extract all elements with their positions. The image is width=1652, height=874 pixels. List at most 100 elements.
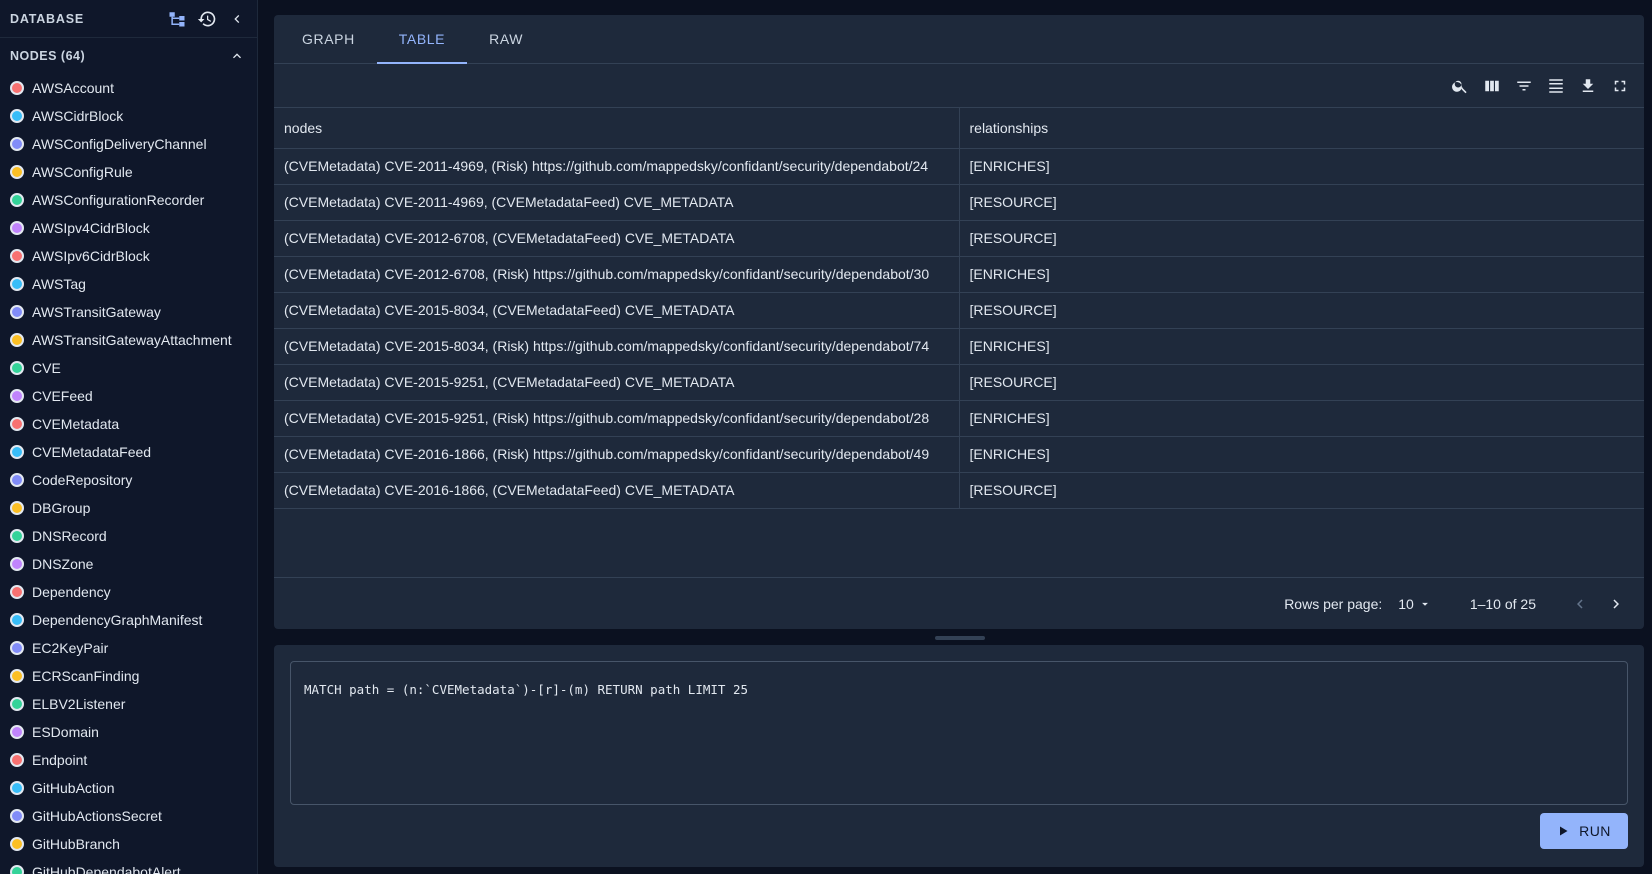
node-label-text: AWSConfigRule bbox=[32, 164, 133, 180]
nodes-section-header[interactable]: NODES (64) bbox=[0, 38, 257, 74]
node-label-item[interactable]: AWSConfigurationRecorder bbox=[0, 186, 257, 214]
run-button[interactable]: RUN bbox=[1540, 813, 1628, 849]
node-color-dot bbox=[10, 837, 24, 851]
chevron-up-icon[interactable] bbox=[227, 46, 247, 66]
tab-table[interactable]: TABLE bbox=[376, 15, 468, 64]
node-label-item[interactable]: GitHubActionsSecret bbox=[0, 802, 257, 830]
node-label-item[interactable]: AWSIpv6CidrBlock bbox=[0, 242, 257, 270]
tab-raw[interactable]: RAW bbox=[467, 15, 545, 63]
columns-icon[interactable] bbox=[1482, 76, 1502, 96]
panel-resize-handle[interactable] bbox=[935, 636, 985, 640]
node-label-item[interactable]: CVEMetadataFeed bbox=[0, 438, 257, 466]
node-label-item[interactable]: ELBV2Listener bbox=[0, 690, 257, 718]
node-label-item[interactable]: DNSRecord bbox=[0, 522, 257, 550]
node-label-item[interactable]: CVEFeed bbox=[0, 382, 257, 410]
node-label-item[interactable]: CVE bbox=[0, 354, 257, 382]
table-row[interactable]: (CVEMetadata) CVE-2011-4969, (CVEMetadat… bbox=[274, 184, 1644, 221]
node-label-item[interactable]: AWSTag bbox=[0, 270, 257, 298]
tab-graph[interactable]: GRAPH bbox=[280, 15, 377, 63]
node-color-dot bbox=[10, 501, 24, 515]
node-label-text: AWSAccount bbox=[32, 80, 114, 96]
column-header-relationships[interactable]: relationships bbox=[959, 108, 1644, 149]
node-label-text: AWSCidrBlock bbox=[32, 108, 124, 124]
node-label-item[interactable]: AWSTransitGatewayAttachment bbox=[0, 326, 257, 354]
table-row[interactable]: (CVEMetadata) CVE-2015-8034, (Risk) http… bbox=[274, 328, 1644, 365]
filter-icon[interactable] bbox=[1514, 76, 1534, 96]
table-row[interactable]: (CVEMetadata) CVE-2011-4969, (Risk) http… bbox=[274, 148, 1644, 185]
node-color-dot bbox=[10, 81, 24, 95]
cell-relationships: [RESOURCE] bbox=[959, 220, 1644, 257]
node-color-dot bbox=[10, 221, 24, 235]
node-label-item[interactable]: GitHubAction bbox=[0, 774, 257, 802]
node-color-dot bbox=[10, 417, 24, 431]
fullscreen-icon[interactable] bbox=[1610, 76, 1630, 96]
results-table: nodes relationships (CVEMetadata) CVE-20… bbox=[274, 108, 1644, 509]
cell-relationships: [ENRICHES] bbox=[959, 148, 1644, 185]
node-label-item[interactable]: CodeRepository bbox=[0, 466, 257, 494]
history-icon[interactable] bbox=[197, 9, 217, 29]
table-row[interactable]: (CVEMetadata) CVE-2012-6708, (CVEMetadat… bbox=[274, 220, 1644, 257]
node-label-item[interactable]: GitHubDependabotAlert bbox=[0, 858, 257, 874]
cell-relationships: [RESOURCE] bbox=[959, 472, 1644, 509]
node-label-item[interactable]: DNSZone bbox=[0, 550, 257, 578]
download-icon[interactable] bbox=[1578, 76, 1598, 96]
pagination-range: 1–10 of 25 bbox=[1469, 595, 1536, 612]
search-icon[interactable] bbox=[1450, 76, 1470, 96]
chevron-right-icon bbox=[1613, 599, 1619, 608]
node-color-dot bbox=[10, 277, 24, 291]
table-row[interactable]: (CVEMetadata) CVE-2015-9251, (Risk) http… bbox=[274, 400, 1644, 437]
node-color-dot bbox=[10, 109, 24, 123]
column-header-nodes[interactable]: nodes bbox=[274, 108, 960, 149]
database-sidebar: DATABASE NODES (64) AWSAccount AWSCidrBlo… bbox=[0, 0, 258, 874]
table-row[interactable]: (CVEMetadata) CVE-2015-8034, (CVEMetadat… bbox=[274, 292, 1644, 329]
previous-page-button[interactable] bbox=[1566, 590, 1594, 618]
caret-down-icon bbox=[1421, 602, 1428, 606]
node-color-dot bbox=[10, 641, 24, 655]
node-label-item[interactable]: Endpoint bbox=[0, 746, 257, 774]
table-row[interactable]: (CVEMetadata) CVE-2016-1866, (Risk) http… bbox=[274, 436, 1644, 473]
sidebar-header: DATABASE bbox=[0, 0, 257, 38]
node-label-item[interactable]: CVEMetadata bbox=[0, 410, 257, 438]
node-label-text: CVEFeed bbox=[32, 388, 93, 404]
table-header-row: nodes relationships bbox=[274, 108, 1644, 149]
density-icon[interactable] bbox=[1546, 76, 1566, 96]
node-label-item[interactable]: GitHubBranch bbox=[0, 830, 257, 858]
table-body: (CVEMetadata) CVE-2011-4969, (Risk) http… bbox=[274, 148, 1644, 509]
chevron-left-icon[interactable] bbox=[227, 9, 247, 29]
node-label-item[interactable]: AWSAccount bbox=[0, 74, 257, 102]
table-row[interactable]: (CVEMetadata) CVE-2012-6708, (Risk) http… bbox=[274, 256, 1644, 293]
node-color-dot bbox=[10, 669, 24, 683]
cell-nodes: (CVEMetadata) CVE-2015-8034, (CVEMetadat… bbox=[274, 292, 960, 329]
rows-per-page-select[interactable]: 10 bbox=[1398, 596, 1432, 612]
node-label-item[interactable]: ESDomain bbox=[0, 718, 257, 746]
run-button-label: RUN bbox=[1579, 823, 1611, 839]
query-text: MATCH path = (n:`CVEMetadata`)-[r]-(m) R… bbox=[304, 682, 749, 697]
schema-icon[interactable] bbox=[167, 9, 187, 29]
node-label-item[interactable]: Dependency bbox=[0, 578, 257, 606]
cell-relationships: [ENRICHES] bbox=[959, 400, 1644, 437]
result-view-tabs: GRAPH TABLE RAW bbox=[274, 15, 1644, 64]
node-label-item[interactable]: AWSConfigDeliveryChannel bbox=[0, 130, 257, 158]
node-color-dot bbox=[10, 697, 24, 711]
query-input[interactable]: MATCH path = (n:`CVEMetadata`)-[r]-(m) R… bbox=[290, 661, 1628, 805]
next-page-button[interactable] bbox=[1602, 590, 1630, 618]
node-color-dot bbox=[10, 249, 24, 263]
node-label-item[interactable]: AWSTransitGateway bbox=[0, 298, 257, 326]
node-label-text: AWSTransitGatewayAttachment bbox=[32, 332, 232, 348]
node-label-text: AWSTransitGateway bbox=[32, 304, 161, 320]
node-label-item[interactable]: AWSCidrBlock bbox=[0, 102, 257, 130]
node-label-item[interactable]: ECRScanFinding bbox=[0, 662, 257, 690]
node-label-item[interactable]: DependencyGraphManifest bbox=[0, 606, 257, 634]
table-row[interactable]: (CVEMetadata) CVE-2015-9251, (CVEMetadat… bbox=[274, 364, 1644, 401]
cell-nodes: (CVEMetadata) CVE-2015-9251, (CVEMetadat… bbox=[274, 364, 960, 401]
node-label-item[interactable]: EC2KeyPair bbox=[0, 634, 257, 662]
node-label-item[interactable]: AWSConfigRule bbox=[0, 158, 257, 186]
node-color-dot bbox=[10, 389, 24, 403]
node-label-item[interactable]: DBGroup bbox=[0, 494, 257, 522]
table-row[interactable]: (CVEMetadata) CVE-2016-1866, (CVEMetadat… bbox=[274, 472, 1644, 509]
node-color-dot bbox=[10, 529, 24, 543]
node-color-dot bbox=[10, 557, 24, 571]
node-label-item[interactable]: AWSIpv4CidrBlock bbox=[0, 214, 257, 242]
node-label-text: GitHubBranch bbox=[32, 836, 120, 852]
cell-nodes: (CVEMetadata) CVE-2012-6708, (Risk) http… bbox=[274, 256, 960, 293]
